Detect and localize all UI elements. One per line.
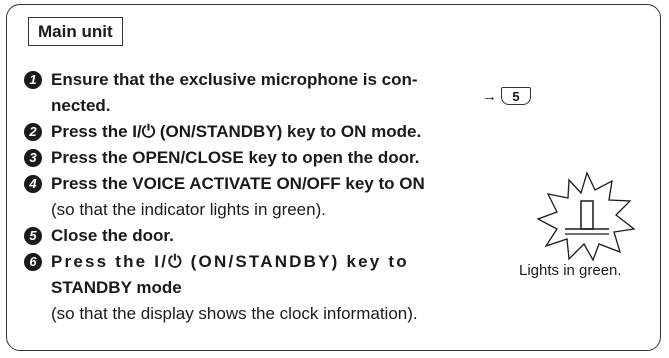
arrow-icon: →: [482, 87, 497, 105]
step-6-line-2: STANDBY mode: [51, 278, 182, 297]
step-2: 2 Press the I/⏻ (ON/STANDBY) key to ON m…: [24, 119, 604, 145]
step-4-text: Press the VOICE ACTIVATE ON/OFF key to O…: [51, 174, 425, 193]
step-1-line-2: nected.: [51, 96, 111, 115]
step-number-5: 5: [24, 227, 42, 245]
step-5: 5 Close the door.: [24, 223, 604, 249]
step-number-4: 4: [24, 175, 42, 193]
page-reference: → 5: [482, 87, 531, 105]
step-number-6: 6: [24, 253, 42, 271]
step-6-note: (so that the display shows the clock inf…: [51, 304, 418, 323]
step-2-text: Press the I/⏻ (ON/STANDBY) key to ON mod…: [51, 122, 422, 141]
step-3-text: Press the OPEN/CLOSE key to open the doo…: [51, 148, 420, 167]
step-list: 1 Ensure that the exclusive microphone i…: [24, 67, 604, 327]
section-label: Main unit: [28, 17, 123, 46]
indicator-caption: Lights in green.: [519, 262, 622, 279]
step-5-text: Close the door.: [51, 226, 174, 245]
step-number-1: 1: [24, 71, 42, 89]
step-4-note: (so that the indicator lights in green).: [51, 200, 326, 219]
step-1-line-1: Ensure that the exclusive microphone is …: [51, 70, 418, 89]
lit-indicator-icon: [536, 171, 636, 262]
step-6: 6 Press the I/⏻ (ON/STANDBY) key to STAN…: [24, 249, 604, 327]
step-3: 3 Press the OPEN/CLOSE key to open the d…: [24, 145, 604, 171]
step-number-3: 3: [24, 149, 42, 167]
step-6-line-1: Press the I/⏻ (ON/STANDBY) key to: [51, 252, 409, 271]
step-number-2: 2: [24, 123, 42, 141]
page-book-icon: 5: [501, 87, 531, 105]
step-4: 4 Press the VOICE ACTIVATE ON/OFF key to…: [24, 171, 604, 223]
